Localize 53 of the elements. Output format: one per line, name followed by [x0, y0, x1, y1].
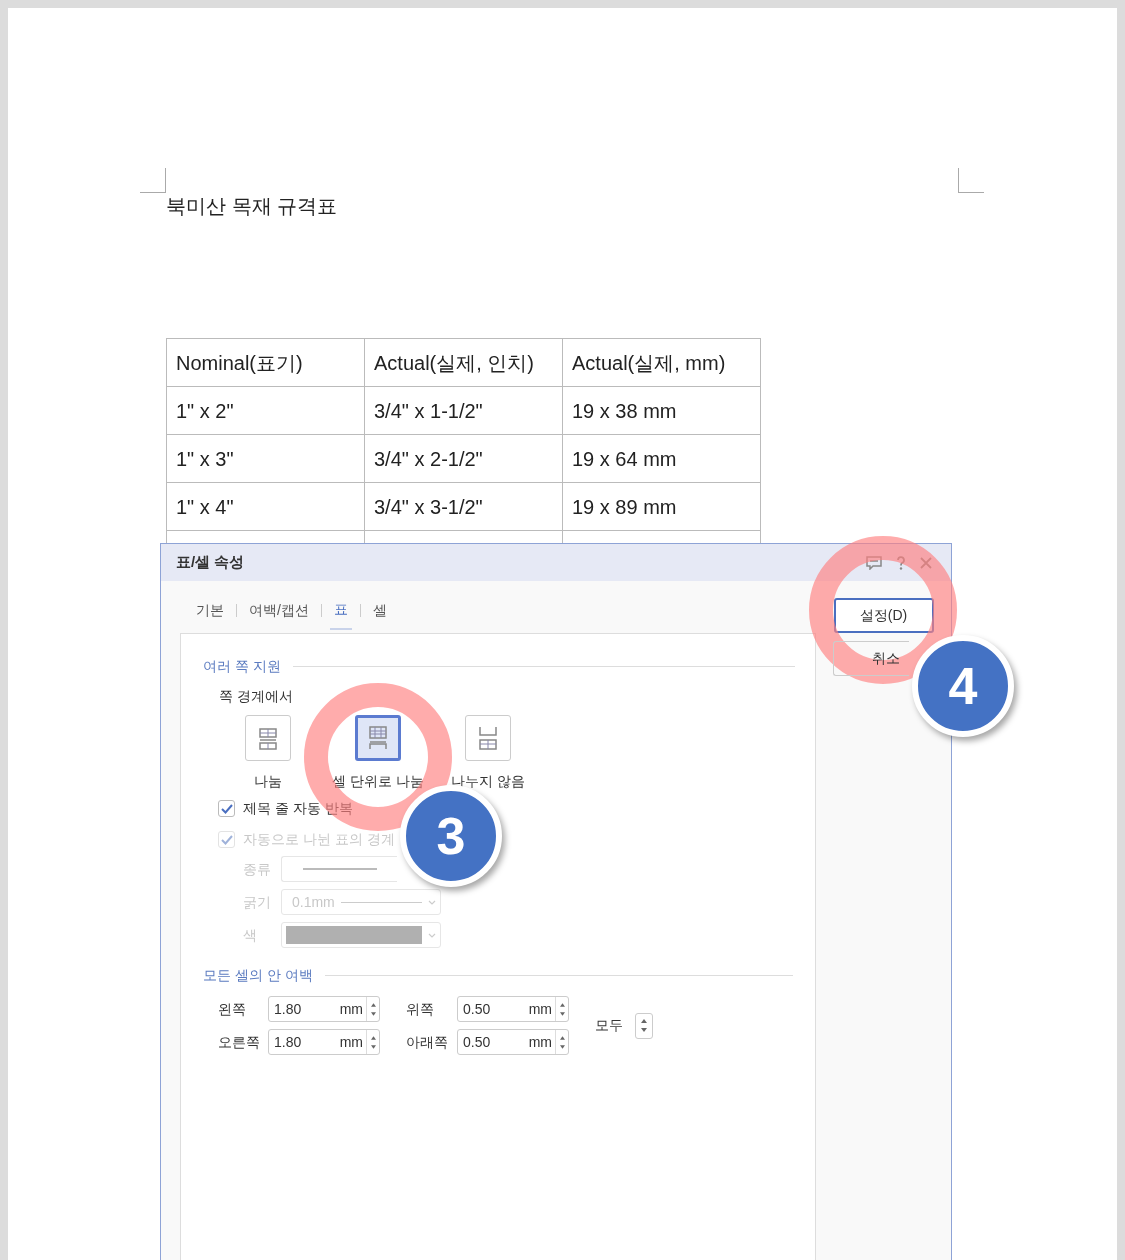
tab[interactable]: 표 [329, 590, 352, 630]
table-cell: 1" x 3" [166, 434, 365, 483]
document-title: 북미산 목재 규격표 [166, 194, 338, 219]
table-cell: 3/4" x 2-1/2" [364, 434, 563, 483]
down-arrow-icon[interactable] [559, 1044, 565, 1049]
number-field[interactable]: 1.80 mm [268, 1029, 380, 1055]
tab[interactable]: 여백/캡션 [245, 590, 313, 630]
crop-mark [140, 168, 166, 193]
layout-option[interactable] [465, 715, 511, 761]
table-cell: 3/4" x 1-1/2" [364, 386, 563, 435]
table-cell: 3/4" x 3-1/2" [364, 482, 563, 531]
spinner[interactable] [635, 1012, 653, 1039]
column-header: Nominal(표기) [166, 338, 365, 387]
up-arrow-icon[interactable] [370, 1035, 376, 1040]
number-field[interactable]: 1.80 mm [268, 996, 380, 1022]
table-cell: 1" x 2" [166, 386, 365, 435]
dialog-title: 표/셀 속성 [176, 552, 245, 573]
column-header: Actual(실제, 인치) [364, 338, 563, 387]
help-icon[interactable] [896, 555, 906, 570]
field-label: 왼쪽 [218, 999, 246, 1019]
table-cell: 19 x 64 mm [562, 434, 761, 483]
section-heading: 여러 쪽 지원 [203, 657, 281, 676]
down-arrow-icon[interactable] [370, 1011, 376, 1016]
field-label: 모두 [595, 1016, 623, 1035]
tab[interactable]: 기본 [192, 590, 228, 630]
tab[interactable]: 셀 [368, 590, 391, 630]
field-label: 오른쪽 [218, 1032, 260, 1052]
number-field[interactable]: 0.50 mm [457, 1029, 569, 1055]
table-cell: 19 x 38 mm [562, 386, 761, 435]
up-arrow-icon[interactable] [559, 1035, 565, 1040]
number-field[interactable]: 0.50 mm [457, 996, 569, 1022]
comment-icon[interactable] [866, 555, 882, 570]
up-arrow-icon[interactable] [559, 1002, 565, 1007]
ok-button[interactable]: 설정(D) [833, 598, 934, 633]
section-heading: 모든 셀의 안 여백 [203, 966, 313, 985]
up-arrow-icon[interactable] [641, 1019, 647, 1023]
checkbox-label: 제목 줄 자동 반복 [243, 799, 353, 818]
layout-option[interactable] [355, 715, 401, 761]
crop-mark [958, 168, 984, 193]
down-arrow-icon[interactable] [559, 1011, 565, 1016]
down-arrow-icon[interactable] [641, 1028, 647, 1032]
up-arrow-icon[interactable] [370, 1002, 376, 1007]
checkbox[interactable] [218, 800, 235, 817]
layout-option[interactable] [245, 715, 291, 761]
column-header: Actual(실제, mm) [562, 338, 761, 387]
field-label: 위쪽 [406, 999, 434, 1019]
cancel-button[interactable]: 취소 [833, 641, 909, 676]
field-label: 아래쪽 [406, 1032, 448, 1052]
down-arrow-icon[interactable] [370, 1044, 376, 1049]
group-label: 쪽 경계에서 [219, 687, 294, 706]
option-label: 나눔 [254, 772, 282, 791]
table-cell: 19 x 89 mm [562, 482, 761, 531]
table-cell: 1" x 4" [166, 482, 365, 531]
